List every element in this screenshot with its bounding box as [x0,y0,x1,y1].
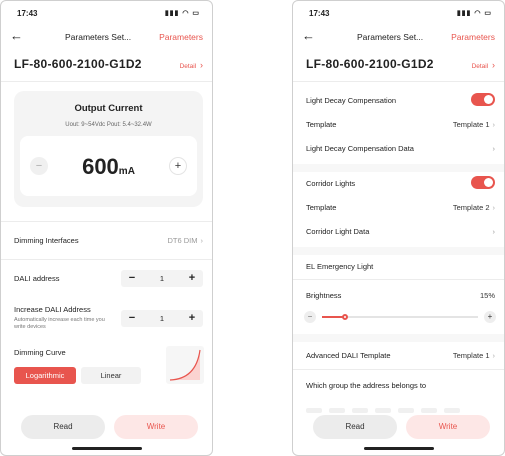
light-decay-data-label: Light Decay Compensation Data [306,144,414,153]
el-emergency-label: EL Emergency Light [306,262,374,271]
write-button[interactable]: Write [406,415,490,439]
dali-address-increase-button[interactable]: + [184,270,200,287]
parameters-link[interactable]: Parameters [159,32,203,42]
nav-bar: ← Parameters Set... Parameters [1,29,212,47]
status-time: 17:43 [309,9,330,18]
advanced-dali-label: Advanced DALI Template [306,351,391,360]
back-arrow-icon[interactable]: ← [10,29,23,43]
dali-address-label: DALI address [14,274,60,283]
detail-link[interactable]: Detail › [180,60,203,70]
slider-thumb[interactable] [342,314,349,320]
home-indicator [363,447,434,450]
device-name: LF-80-600-2100-G1D2 [14,57,142,71]
template-1-value: Template 1 [452,120,490,129]
detail-label: Detail [179,63,197,70]
status-bar: 17:43 ▮▮▮ ◠ ▭ [1,9,212,21]
brightness-slider[interactable]: − + [304,311,496,323]
divider [293,369,504,370]
dimming-curve-graph [166,346,204,384]
section-separator [293,247,504,255]
divider [1,221,212,222]
toggle-knob [484,178,493,187]
write-button[interactable]: Write [114,415,198,439]
corridor-data-label: Corridor Light Data [306,227,370,236]
current-value-panel: − 600mA + [20,136,197,196]
detail-label: Detail [471,63,489,70]
linear-option-button[interactable]: Linear [81,367,141,384]
nav-bar: ← Parameters Set... Parameters [293,29,504,47]
corridor-lights-toggle[interactable] [471,176,495,189]
curve-chart-icon [169,349,201,381]
divider [1,259,212,260]
nav-title: Parameters Set... [357,32,424,42]
divider [293,81,504,82]
increase-dali-address-label: Increase DALI Address [14,305,91,314]
group-label: Which group the address belongs to [306,381,427,390]
brightness-label: Brightness [306,291,342,300]
detail-link[interactable]: Detail › [472,60,495,70]
increase-current-button[interactable]: + [169,157,187,175]
template-2-value-wrap: Template 2 › [453,203,495,212]
system-icons: ▮▮▮ ◠ ▭ [164,10,200,17]
slider-track[interactable] [322,314,478,320]
section-separator [293,334,504,342]
home-indicator [71,447,142,450]
template-label: Template [306,120,337,129]
increase-dali-stepper: − 1 + [121,310,203,327]
increase-dali-increase-button[interactable]: + [184,310,200,327]
read-button[interactable]: Read [21,415,105,439]
brightness-increase-button[interactable]: + [484,311,496,323]
chevron-right-icon: › [200,60,203,70]
dimming-interfaces-value: DT6 DIM [167,236,198,245]
section-separator [293,164,504,172]
output-current-title: Output Current [74,103,143,114]
group-options-strip [306,400,495,413]
template-1-value-wrap: Template 1 › [453,120,495,129]
status-bar: 17:43 ▮▮▮ ◠ ▭ [293,9,504,21]
dimming-interfaces-value-wrap: DT6 DIM › [168,236,204,245]
light-decay-toggle[interactable] [471,93,495,106]
advanced-dali-value-wrap: Template 1 › [453,351,495,360]
phone-screen-advanced-settings: 17:43 ▮▮▮ ◠ ▭ ← Parameters Set... Parame… [292,0,505,456]
template-label: Template [306,203,337,212]
status-time: 17:43 [17,9,38,18]
output-current-card: Output Current Uout: 9~54Vdc Pout: 5.4~3… [14,91,203,207]
read-button[interactable]: Read [313,415,397,439]
current-number: 600 [82,154,119,179]
divider [1,81,212,82]
divider [293,279,504,280]
brightness-value: 15% [479,291,495,300]
template-2-value: Template 2 [452,203,490,212]
current-unit: mA [118,166,135,177]
increase-dali-description: Automatically increase each time you wri… [14,317,105,330]
phone-screen-output-settings: 17:43 ▮▮▮ ◠ ▭ ← Parameters Set... Parame… [0,0,213,456]
dimming-curve-label: Dimming Curve [14,348,66,357]
corridor-lights-label: Corridor Lights [306,179,356,188]
chevron-right-icon: › [492,120,496,129]
output-spec: Uout: 9~54Vdc Pout: 5.4~32.4W [65,122,152,128]
back-arrow-icon[interactable]: ← [302,29,315,43]
logarithmic-option-button[interactable]: Logarithmic [14,367,76,384]
system-icons: ▮▮▮ ◠ ▭ [456,10,492,17]
chevron-right-icon: › [492,144,496,153]
dimming-interfaces-label: Dimming Interfaces [14,236,79,245]
light-decay-label: Light Decay Compensation [306,96,397,105]
dali-address-stepper: − 1 + [121,270,203,287]
chevron-right-icon: › [492,60,495,70]
brightness-decrease-button[interactable]: − [304,311,316,323]
chevron-right-icon: › [492,351,496,360]
chevron-right-icon: › [492,227,496,236]
chevron-right-icon: › [200,236,204,245]
parameters-link[interactable]: Parameters [451,32,495,42]
advanced-dali-value: Template 1 [452,351,490,360]
device-name: LF-80-600-2100-G1D2 [306,57,434,71]
nav-title: Parameters Set... [65,32,132,42]
toggle-knob [484,95,493,104]
chevron-right-icon: › [492,203,496,212]
